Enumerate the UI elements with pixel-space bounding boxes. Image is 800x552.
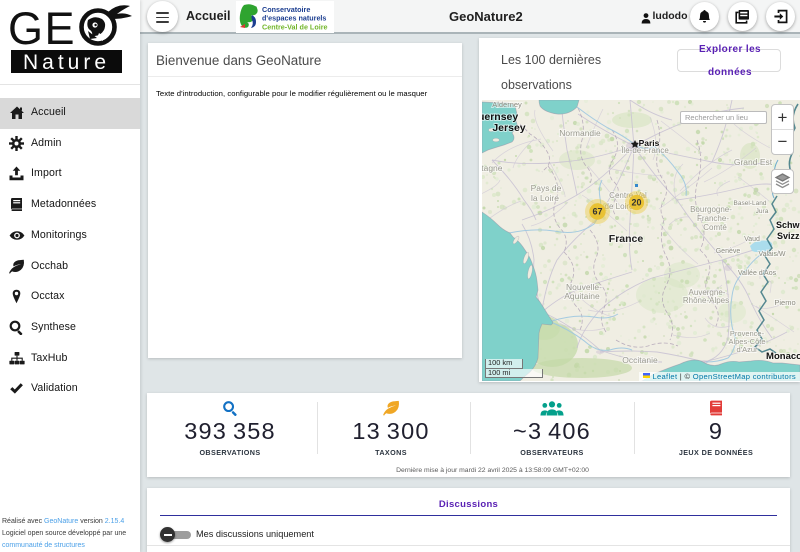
svg-text:Genève: Genève [716, 248, 741, 255]
svg-text:la Loire: la Loire [531, 193, 559, 203]
svg-text:Centre-Val de Loire: Centre-Val de Loire [262, 23, 328, 32]
svg-text:Jura: Jura [756, 208, 769, 215]
svg-text:Paris: Paris [639, 138, 660, 148]
svg-text:20: 20 [631, 198, 641, 208]
svg-text:Alderney: Alderney [492, 100, 522, 109]
svg-text:Jersey: Jersey [492, 122, 525, 134]
svg-text:Occitanie: Occitanie [622, 355, 658, 365]
svg-text:Valais/W: Valais/W [758, 251, 785, 258]
svg-text:Vallée d'Aos: Vallée d'Aos [738, 270, 777, 277]
svg-text:Schweiz/: Schweiz/ [776, 220, 800, 230]
svg-text:Bourgogne-: Bourgogne- [690, 205, 732, 214]
svg-text:Piemo: Piemo [774, 298, 795, 307]
svg-text:Basel-Land: Basel-Land [734, 200, 767, 207]
svg-text:d'espaces naturels: d'espaces naturels [262, 14, 326, 23]
svg-text:Vaud: Vaud [744, 236, 760, 243]
svg-text:Svizzera: Svizzera [777, 231, 800, 241]
svg-text:GE: GE [8, 3, 76, 54]
svg-text:Monaco: Monaco [766, 351, 800, 362]
svg-text:Normandie: Normandie [559, 128, 601, 138]
svg-text:France: France [609, 233, 644, 245]
svg-text:Grand Est: Grand Est [734, 157, 773, 167]
svg-text:Pays de: Pays de [531, 183, 562, 193]
svg-text:Rhône-Alpes: Rhône-Alpes [683, 296, 729, 305]
svg-text:Nature: Nature [23, 51, 110, 74]
svg-text:Comté: Comté [703, 223, 727, 232]
svg-text:d'Azur: d'Azur [736, 345, 758, 354]
svg-text:Bretagne: Bretagne [482, 163, 503, 173]
svg-text:Aquitaine: Aquitaine [564, 291, 600, 301]
svg-text:67: 67 [592, 207, 602, 217]
svg-text:Franche-: Franche- [697, 214, 729, 223]
